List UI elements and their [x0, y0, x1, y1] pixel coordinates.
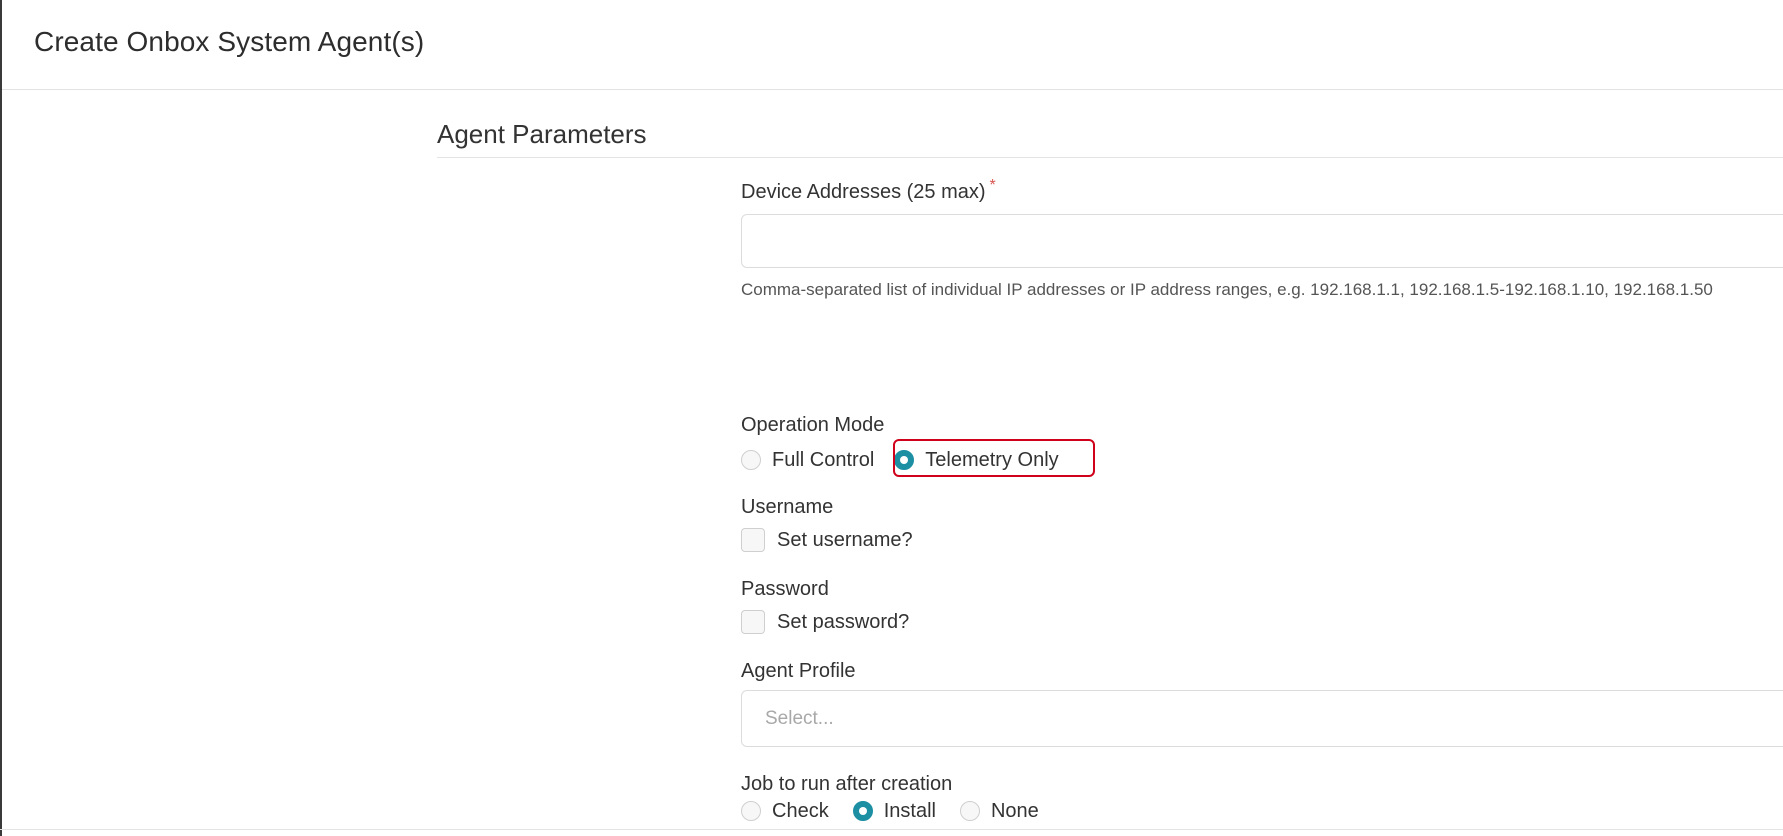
- job-group: Check Install None: [741, 796, 1039, 826]
- device-addresses-label: Device Addresses (25 max) *: [741, 177, 996, 204]
- radio-none-circle[interactable]: [959, 801, 980, 821]
- left-border: [0, 0, 2, 836]
- device-addresses-help: Comma-separated list of individual IP ad…: [741, 280, 1713, 299]
- bottom-divider: [0, 829, 1783, 830]
- job-label: Job to run after creation: [741, 773, 953, 795]
- section-divider: [437, 157, 1783, 158]
- device-addresses-label-text: Device Addresses (25 max): [741, 181, 986, 203]
- telemetry-only-highlight: [893, 439, 1095, 477]
- radio-full-control[interactable]: Full Control: [741, 445, 874, 475]
- required-mark: *: [989, 177, 996, 194]
- radio-full-control-label: Full Control: [772, 448, 875, 471]
- page-title: Create Onbox System Agent(s): [34, 26, 425, 57]
- agent-profile-placeholder: Select...: [765, 708, 834, 729]
- section-title: Agent Parameters: [437, 119, 647, 149]
- radio-check-circle[interactable]: [741, 801, 761, 821]
- page: Create Onbox System Agent(s) Agent Param…: [0, 0, 1783, 836]
- set-username-checkbox[interactable]: [741, 528, 765, 552]
- radio-install[interactable]: Install: [852, 796, 936, 826]
- agent-profile-select[interactable]: Select...: [741, 690, 1783, 747]
- radio-install-label: Install: [883, 799, 936, 822]
- radio-none[interactable]: None: [959, 796, 1039, 826]
- radio-check[interactable]: Check: [741, 796, 829, 826]
- set-password-option[interactable]: Set password?: [741, 607, 909, 637]
- set-username-label: Set username?: [777, 528, 913, 551]
- device-addresses-input[interactable]: [741, 214, 1783, 268]
- set-password-checkbox[interactable]: [741, 610, 765, 634]
- agent-profile-label: Agent Profile: [741, 660, 856, 682]
- set-username-option[interactable]: Set username?: [741, 525, 913, 555]
- set-password-label: Set password?: [777, 610, 910, 633]
- page-header: Create Onbox System Agent(s): [2, 0, 1783, 90]
- radio-check-label: Check: [772, 799, 829, 822]
- radio-none-label: None: [990, 799, 1039, 822]
- radio-full-control-circle[interactable]: [741, 450, 761, 470]
- password-label: Password: [741, 578, 829, 600]
- operation-mode-label: Operation Mode: [741, 414, 885, 436]
- username-label: Username: [741, 496, 834, 518]
- radio-install-circle[interactable]: [852, 801, 873, 821]
